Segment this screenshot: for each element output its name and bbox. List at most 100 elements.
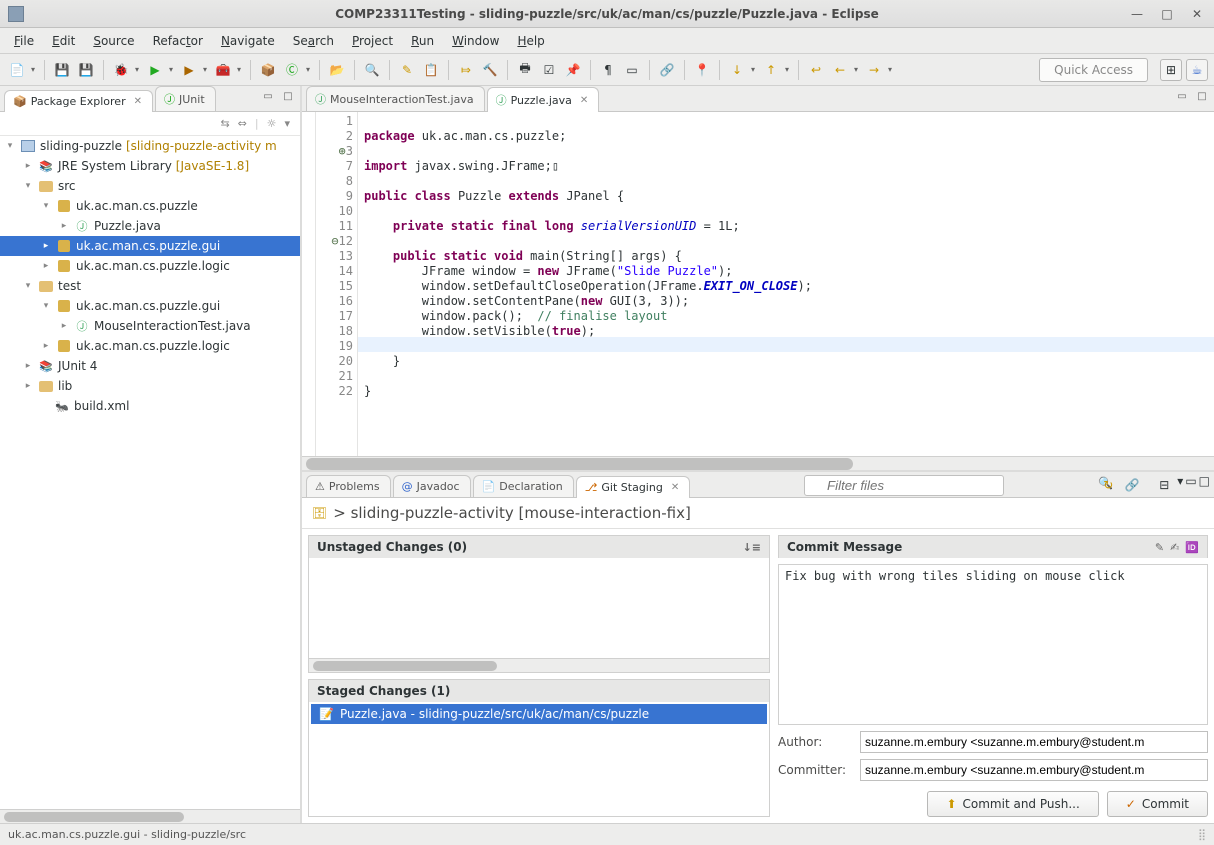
task-button[interactable]: ☑: [538, 59, 560, 81]
commit-message-input[interactable]: [778, 564, 1208, 725]
tree-pkg-logic-test[interactable]: ▸ uk.ac.man.cs.puzzle.logic: [0, 336, 300, 356]
menu-file[interactable]: File: [6, 31, 42, 51]
tree-jre[interactable]: ▸📚 JRE System Library [JavaSE-1.8]: [0, 156, 300, 176]
tree-pkg-logic[interactable]: ▸ uk.ac.man.cs.puzzle.logic: [0, 256, 300, 276]
menu-source[interactable]: Source: [85, 31, 142, 51]
back-button[interactable]: ←: [829, 59, 851, 81]
toggle-breadcrumb-button[interactable]: 📋: [420, 59, 442, 81]
debug-button[interactable]: 🐞: [110, 59, 132, 81]
unstaged-list[interactable]: [309, 558, 769, 658]
coverage-button[interactable]: ▶: [178, 59, 200, 81]
search-button[interactable]: 🔍: [361, 59, 383, 81]
tree-pkg-puzzle[interactable]: ▾ uk.ac.man.cs.puzzle: [0, 196, 300, 216]
menu-window[interactable]: Window: [444, 31, 507, 51]
refresh-button[interactable]: ↻: [1097, 474, 1119, 496]
staged-file-row[interactable]: 📝 Puzzle.java - sliding-puzzle/src/uk/ac…: [311, 704, 767, 724]
tree-junit4[interactable]: ▸📚 JUnit 4: [0, 356, 300, 376]
skip-breakpoints-button[interactable]: ⤇: [455, 59, 477, 81]
editor-scrollbar[interactable]: [302, 456, 1214, 470]
tree-pkg-gui[interactable]: ▸ uk.ac.man.cs.puzzle.gui: [0, 236, 300, 256]
author-input[interactable]: [860, 731, 1208, 753]
menu-help[interactable]: Help: [509, 31, 552, 51]
focus-task-icon[interactable]: ☼: [267, 117, 277, 130]
editor-tab-mouseinteractiontest[interactable]: Ⓙ MouseInteractionTest.java: [306, 86, 485, 111]
new-class-button[interactable]: Ⓒ: [281, 59, 303, 81]
view-menu-icon[interactable]: ▾: [1177, 474, 1183, 496]
menu-refactor[interactable]: Refactor: [145, 31, 211, 51]
new-button[interactable]: 📄: [6, 59, 28, 81]
run-button[interactable]: ▶: [144, 59, 166, 81]
tree-pkg-gui-test[interactable]: ▾ uk.ac.man.cs.puzzle.gui: [0, 296, 300, 316]
code-editor[interactable]: 12⊕37891011⊖1213141516171819202122 packa…: [302, 112, 1214, 456]
show-whitespace-button[interactable]: ¶: [597, 59, 619, 81]
run-dropdown[interactable]: ▾: [166, 59, 176, 81]
minimize-view-icon[interactable]: ▭: [1185, 474, 1196, 496]
tab-problems[interactable]: ⚠ Problems: [306, 475, 391, 497]
horizontal-scrollbar[interactable]: [309, 658, 769, 672]
close-icon[interactable]: ✕: [580, 95, 588, 106]
new-class-dropdown[interactable]: ▾: [303, 59, 313, 81]
open-perspective-button[interactable]: ⊞: [1160, 59, 1182, 81]
tab-git-staging[interactable]: ⎇ Git Staging ✕: [576, 476, 691, 498]
amend-icon[interactable]: ✎: [1155, 541, 1164, 554]
tree-build-xml[interactable]: 🐜 build.xml: [0, 396, 300, 416]
menu-search[interactable]: Search: [285, 31, 342, 51]
close-icon[interactable]: ✕: [671, 482, 679, 493]
tab-package-explorer[interactable]: 📦 Package Explorer ✕: [4, 90, 153, 112]
menu-project[interactable]: Project: [344, 31, 401, 51]
new-package-button[interactable]: 📦: [257, 59, 279, 81]
menu-edit[interactable]: Edit: [44, 31, 83, 51]
menu-run[interactable]: Run: [403, 31, 442, 51]
tree-project[interactable]: ▾ sliding-puzzle [sliding-puzzle-activit…: [0, 136, 300, 156]
code-content[interactable]: package uk.ac.man.cs.puzzle; import java…: [358, 112, 1214, 456]
debug-dropdown[interactable]: ▾: [132, 59, 142, 81]
editor-tab-puzzle[interactable]: Ⓙ Puzzle.java ✕: [487, 87, 600, 112]
tab-junit[interactable]: Ⓙ JUnit: [155, 86, 216, 111]
prev-annotation-button[interactable]: ↑: [760, 59, 782, 81]
tab-declaration[interactable]: 📄 Declaration: [473, 475, 574, 497]
tree-file-puzzle[interactable]: ▸Ⓙ Puzzle.java: [0, 216, 300, 236]
next-annotation-button[interactable]: ↓: [726, 59, 748, 81]
close-icon[interactable]: ✕: [134, 96, 142, 107]
changeid-icon[interactable]: 🆔: [1185, 541, 1199, 554]
maximize-view-icon[interactable]: □: [1199, 474, 1210, 496]
last-edit-button[interactable]: ↩: [805, 59, 827, 81]
annotation-button[interactable]: ▭: [621, 59, 643, 81]
tree-lib[interactable]: ▸ lib: [0, 376, 300, 396]
minimize-view-icon[interactable]: ▭: [260, 88, 276, 104]
quick-access-field[interactable]: Quick Access: [1039, 58, 1148, 82]
filter-files-input[interactable]: [804, 475, 1004, 496]
commit-button[interactable]: ✓ Commit: [1107, 791, 1208, 817]
link-editor-button[interactable]: 🔗: [656, 59, 678, 81]
close-button[interactable]: ✕: [1188, 5, 1206, 23]
commit-and-push-button[interactable]: ⬆ Commit and Push...: [927, 791, 1098, 817]
horizontal-scrollbar[interactable]: [0, 809, 300, 823]
pin-task-button[interactable]: 📍: [691, 59, 713, 81]
coverage-dropdown[interactable]: ▾: [200, 59, 210, 81]
save-button[interactable]: 💾: [51, 59, 73, 81]
tab-javadoc[interactable]: @ Javadoc: [393, 475, 471, 497]
collapse-all-icon[interactable]: ⇆: [220, 117, 229, 130]
package-explorer-tree[interactable]: ▾ sliding-puzzle [sliding-puzzle-activit…: [0, 136, 300, 809]
compare-mode-button[interactable]: ⊟: [1153, 474, 1175, 496]
tree-test[interactable]: ▾ test: [0, 276, 300, 296]
pin-button[interactable]: 📌: [562, 59, 584, 81]
maximize-view-icon[interactable]: □: [280, 88, 296, 104]
resize-grip[interactable]: ⣿: [1198, 828, 1206, 841]
view-menu-icon[interactable]: ▾: [284, 117, 290, 130]
ext-tools-dropdown[interactable]: ▾: [234, 59, 244, 81]
maximize-button[interactable]: □: [1158, 5, 1176, 23]
link-editor-icon[interactable]: ⇔: [238, 117, 247, 130]
line-number-gutter[interactable]: 12⊕37891011⊖1213141516171819202122: [316, 112, 358, 456]
ext-tools-button[interactable]: 🧰: [212, 59, 234, 81]
overview-ruler[interactable]: [302, 112, 316, 456]
staged-list[interactable]: 📝 Puzzle.java - sliding-puzzle/src/uk/ac…: [309, 702, 769, 816]
link-selection-button[interactable]: 🔗: [1121, 474, 1143, 496]
build-button[interactable]: 🔨: [479, 59, 501, 81]
java-perspective-button[interactable]: ☕: [1186, 59, 1208, 81]
sort-icon[interactable]: ↓≡: [743, 541, 761, 554]
menu-navigate[interactable]: Navigate: [213, 31, 283, 51]
signoff-icon[interactable]: ✍: [1170, 541, 1179, 554]
minimize-button[interactable]: —: [1128, 5, 1146, 23]
open-type-button[interactable]: 📂: [326, 59, 348, 81]
